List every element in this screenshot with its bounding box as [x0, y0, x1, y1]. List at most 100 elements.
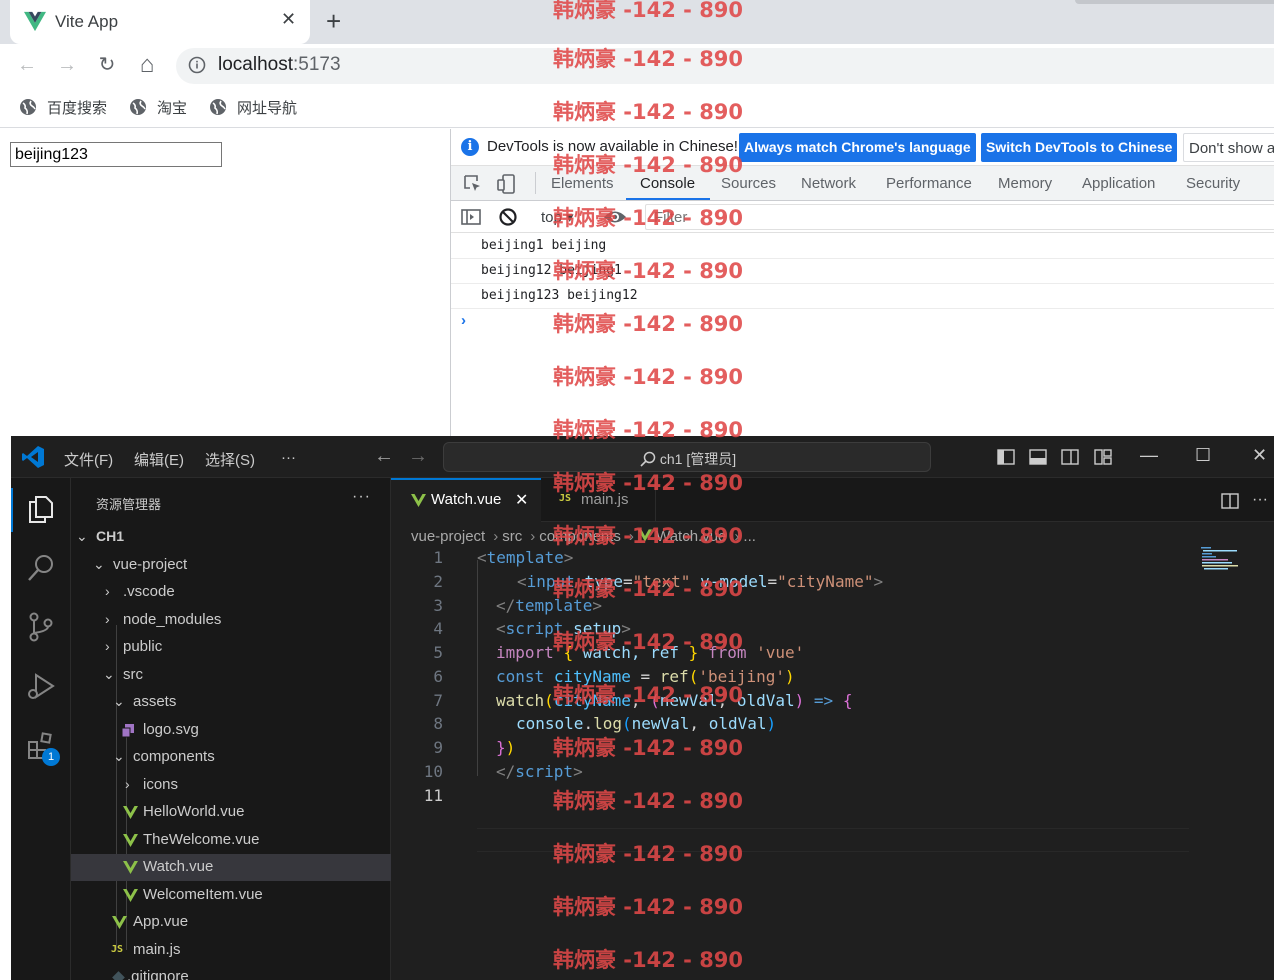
menu-more[interactable]: ···: [281, 449, 296, 466]
js-file-icon: JS: [111, 944, 124, 955]
minimap[interactable]: [1199, 546, 1243, 572]
search-icon[interactable]: [25, 552, 57, 584]
nav-forward-icon[interactable]: →: [408, 445, 428, 468]
match-language-button[interactable]: Always match Chrome's language: [739, 133, 976, 162]
tab-console[interactable]: Console: [640, 175, 695, 192]
indent-guide: [477, 560, 478, 776]
nav-back-icon[interactable]: ←: [374, 445, 394, 468]
bookmarks-bar: 百度搜索 淘宝 网址导航: [0, 86, 1274, 128]
tab-close-icon[interactable]: ✕: [281, 9, 296, 30]
menu-file[interactable]: 文件(F): [64, 449, 113, 470]
tree-file-logo-svg[interactable]: logo.svg: [71, 717, 391, 744]
info-icon: i: [461, 138, 479, 156]
bookmark-baidu[interactable]: 百度搜索: [19, 96, 107, 118]
tab-performance[interactable]: Performance: [886, 175, 972, 192]
minimize-button[interactable]: —: [1140, 445, 1158, 466]
tree-folder-vue-project[interactable]: ⌄ vue-project: [71, 552, 391, 579]
editor-tab-main-js[interactable]: JS main.js: [541, 478, 656, 522]
console-toolbar: top ▾: [451, 201, 1274, 233]
tree-folder-vscode[interactable]: › .vscode: [71, 579, 391, 606]
breadcrumb-item[interactable]: components: [539, 528, 621, 545]
tab-security[interactable]: Security: [1186, 175, 1240, 192]
bookmark-nav[interactable]: 网址导航: [209, 96, 297, 118]
toggle-primary-sidebar-icon[interactable]: [997, 448, 1015, 466]
customize-layout-icon[interactable]: [1094, 448, 1112, 466]
tree-file-thewelcome[interactable]: TheWelcome.vue: [71, 827, 391, 854]
tab-elements[interactable]: Elements: [551, 175, 614, 192]
source-control-icon[interactable]: [25, 611, 57, 643]
tab-network[interactable]: Network: [801, 175, 856, 192]
console-prompt[interactable]: ›: [461, 312, 466, 329]
tree-file-watch[interactable]: Watch.vue: [71, 854, 391, 881]
code-line: const cityName = ref('beijing'): [496, 667, 795, 686]
tree-folder-src[interactable]: ⌄ src: [71, 662, 391, 689]
browser-tabstrip: Vite App ✕ +: [0, 0, 1274, 44]
address-bar[interactable]: [176, 48, 1274, 84]
breadcrumb-item[interactable]: src: [502, 528, 522, 545]
info-icon[interactable]: [188, 56, 206, 74]
reload-button[interactable]: ↻: [94, 52, 120, 78]
new-tab-button[interactable]: +: [326, 6, 341, 37]
vue-logo-icon: [24, 11, 46, 32]
forward-button[interactable]: →: [54, 52, 80, 78]
menu-edit[interactable]: 编辑(E): [134, 449, 184, 470]
home-button[interactable]: ⌂: [134, 52, 160, 78]
split-editor-icon[interactable]: [1221, 492, 1239, 510]
url-port: :5173: [293, 54, 341, 75]
toggle-secondary-sidebar-icon[interactable]: [1061, 448, 1079, 466]
menu-selection[interactable]: 选择(S): [205, 449, 255, 470]
globe-icon: [210, 99, 226, 115]
tree-folder-assets[interactable]: ⌄ assets: [71, 689, 391, 716]
code-editor[interactable]: 1 2 3 4 5 6 7 8 9 10 11 <template> <inpu…: [391, 546, 1274, 980]
close-button[interactable]: ✕: [1252, 445, 1267, 466]
switch-chinese-button[interactable]: Switch DevTools to Chinese: [981, 133, 1178, 162]
bookmark-taobao[interactable]: 淘宝: [129, 96, 187, 118]
run-debug-icon[interactable]: [25, 670, 57, 702]
sidebar-toggle-icon[interactable]: [461, 207, 481, 227]
editor-more-actions[interactable]: ···: [1252, 491, 1268, 509]
breadcrumb-item[interactable]: Watch.vue: [656, 528, 726, 545]
tree-folder-components[interactable]: ⌄ components: [71, 744, 391, 771]
tree-folder-public[interactable]: › public: [71, 634, 391, 661]
live-expression-eye-icon[interactable]: [603, 207, 627, 227]
breadcrumb: vue-project › src › components › Watch.vue ›..…: [411, 528, 756, 545]
breadcrumb-item[interactable]: vue-project: [411, 528, 485, 545]
svg-file-icon: [121, 724, 134, 738]
city-input[interactable]: [10, 142, 222, 167]
console-filter-input[interactable]: [645, 204, 1274, 230]
dont-show-button[interactable]: Don't show again: [1183, 133, 1274, 162]
context-select[interactable]: top ▾: [541, 208, 574, 226]
tab-application[interactable]: Application: [1082, 175, 1155, 192]
tree-folder-node-modules[interactable]: › node_modules: [71, 607, 391, 634]
command-center-search[interactable]: ch1 [管理员]: [443, 442, 931, 472]
code-line: <script setup>: [496, 619, 631, 638]
editor-tab-watch[interactable]: Watch.vue ✕: [391, 478, 541, 522]
tab-close-icon[interactable]: ✕: [515, 490, 528, 510]
tab-sources[interactable]: Sources: [721, 175, 776, 192]
console-message: beijing1 beijing: [451, 234, 1274, 259]
maximize-button[interactable]: ☐: [1195, 445, 1211, 466]
tree-file-main-js[interactable]: JS main.js: [71, 937, 391, 964]
browser-toolbar: ← → ↻ ⌂ localhost:5173: [0, 44, 1274, 86]
tab-memory[interactable]: Memory: [998, 175, 1052, 192]
back-button[interactable]: ←: [14, 52, 40, 78]
inspect-element-icon[interactable]: [463, 174, 483, 194]
clear-console-icon[interactable]: [498, 207, 518, 227]
breadcrumb-item[interactable]: ...: [743, 528, 756, 545]
device-toolbar-icon[interactable]: [497, 174, 517, 194]
tree-file-helloworld[interactable]: HelloWorld.vue: [71, 799, 391, 826]
js-file-icon: JS: [559, 493, 572, 504]
tree-folder-icons[interactable]: › icons: [71, 772, 391, 799]
tab-title: Vite App: [55, 12, 119, 31]
bookmark-label: 网址导航: [237, 99, 298, 117]
tree-file-gitignore[interactable]: .gitignore: [71, 964, 391, 980]
tree-file-app-vue[interactable]: App.vue: [71, 909, 391, 936]
activity-bar: 1: [11, 478, 71, 980]
tree-folder-ch1[interactable]: ⌄ CH1: [71, 524, 391, 551]
line-number: 3: [433, 596, 443, 615]
tree-file-welcomeitem[interactable]: WelcomeItem.vue: [71, 882, 391, 909]
explorer-more-button[interactable]: ···: [352, 488, 371, 506]
toggle-panel-icon[interactable]: [1029, 448, 1047, 466]
explorer-icon[interactable]: [25, 493, 57, 525]
tab-label: Watch.vue: [431, 491, 502, 508]
